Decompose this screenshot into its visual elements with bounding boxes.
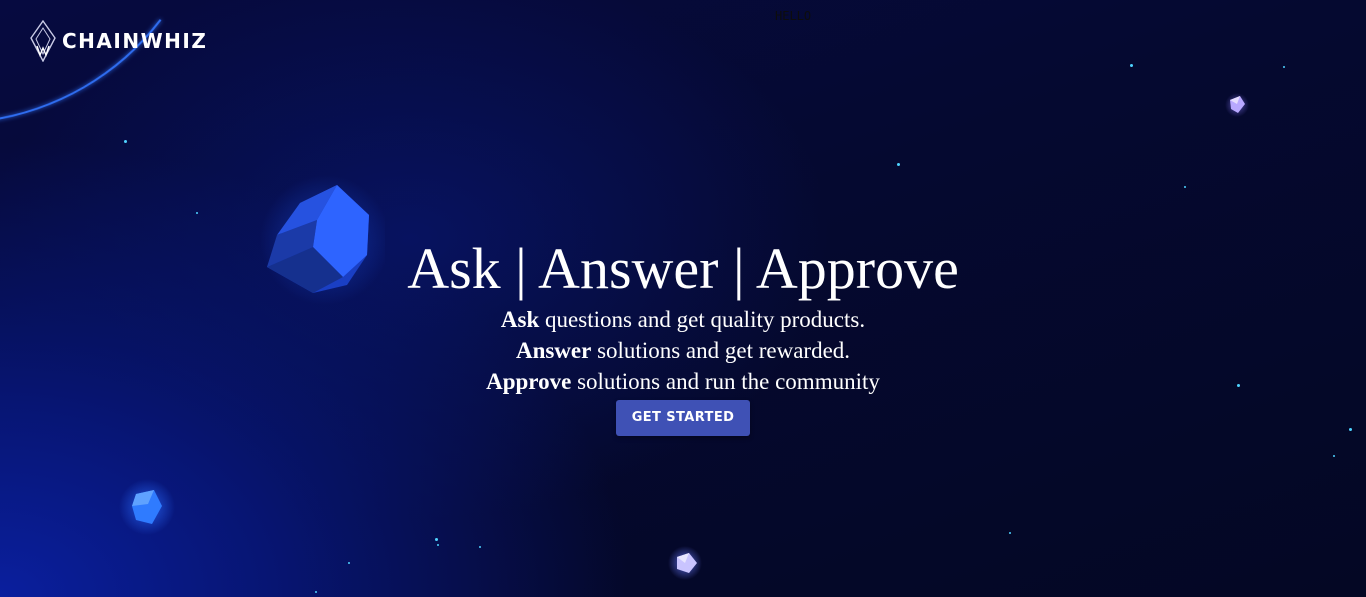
hero-title: Ask | Answer | Approve xyxy=(407,236,959,301)
debug-hello-text: HELLO xyxy=(775,9,812,23)
hero-line-approve-text: solutions and run the community xyxy=(571,369,880,394)
star xyxy=(196,212,198,214)
star xyxy=(348,562,350,564)
hero-section: Ask | Answer | Approve Ask questions and… xyxy=(0,234,1366,436)
hero-line-ask-bold: Ask xyxy=(500,307,540,332)
star xyxy=(897,163,900,166)
star xyxy=(1333,455,1335,457)
star xyxy=(437,544,439,546)
star xyxy=(124,140,127,143)
brand-logo[interactable]: CHAINWHIZ xyxy=(30,20,207,62)
star xyxy=(1130,64,1133,67)
hero-line-answer: Answer solutions and get rewarded. xyxy=(0,335,1366,366)
small-crystal-gem-right xyxy=(1225,93,1249,117)
hero-line-ask: Ask questions and get quality products. xyxy=(0,304,1366,335)
hero-line-ask-text: questions and get quality products. xyxy=(539,307,866,332)
star xyxy=(1184,186,1186,188)
star xyxy=(479,546,481,548)
small-crystal-gem-bottom xyxy=(668,546,702,580)
small-crystal-gem-left xyxy=(119,479,175,535)
star xyxy=(315,591,317,593)
star xyxy=(1283,66,1285,68)
hero-line-approve: Approve solutions and run the community xyxy=(0,366,1366,397)
brand-name: CHAINWHIZ xyxy=(62,29,208,53)
hero-line-answer-bold: Answer xyxy=(515,338,592,363)
hero-line-approve-bold: Approve xyxy=(486,369,572,394)
chainwhiz-logo-icon xyxy=(30,20,56,62)
get-started-button[interactable]: GET STARTED xyxy=(615,400,751,436)
hero-line-answer-text: solutions and get rewarded. xyxy=(591,338,851,363)
star xyxy=(1009,532,1011,534)
star xyxy=(435,538,438,541)
